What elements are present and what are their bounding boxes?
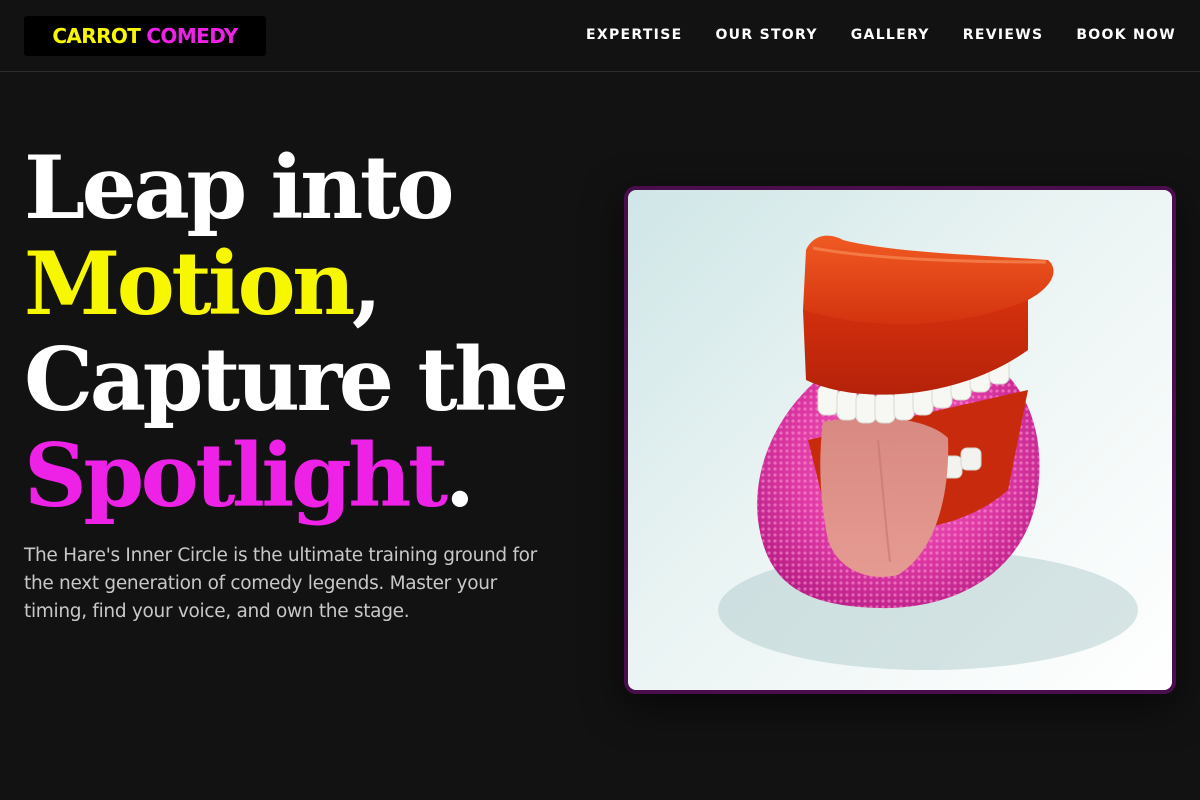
hero-image — [624, 186, 1176, 694]
chattering-teeth-illustration — [718, 235, 1138, 670]
headline-highlight-motion: Motion — [24, 232, 355, 335]
headline-line-3: Capture the — [24, 328, 569, 431]
main-nav: EXPERTISE OUR STORY GALLERY REVIEWS BOOK… — [586, 0, 1176, 70]
headline-period: . — [444, 424, 475, 527]
headline-comma: , — [351, 232, 382, 335]
site-header: CARROT COMEDY EXPERTISE OUR STORY GALLER… — [0, 0, 1200, 72]
hero-headline: Leap into Motion, Capture the Spotlight. — [24, 140, 604, 524]
nav-link-our-story[interactable]: OUR STORY — [715, 27, 817, 43]
headline-line-4: Spotlight. — [24, 428, 604, 524]
nav-link-gallery[interactable]: GALLERY — [851, 27, 930, 43]
headline-highlight-spotlight: Spotlight — [24, 424, 448, 527]
headline-line-1: Leap into — [24, 136, 455, 239]
brand-name-part1: CARROT — [52, 24, 141, 48]
brand-name-part2: COMEDY — [146, 24, 238, 48]
nav-link-reviews[interactable]: REVIEWS — [963, 27, 1044, 43]
nav-link-expertise[interactable]: EXPERTISE — [586, 27, 682, 43]
nav-link-book-now[interactable]: BOOK NOW — [1076, 27, 1176, 43]
headline-line-2: Motion, — [24, 236, 604, 332]
brand-logo[interactable]: CARROT COMEDY — [24, 16, 266, 56]
hero-description: The Hare's Inner Circle is the ultimate … — [24, 545, 537, 622]
